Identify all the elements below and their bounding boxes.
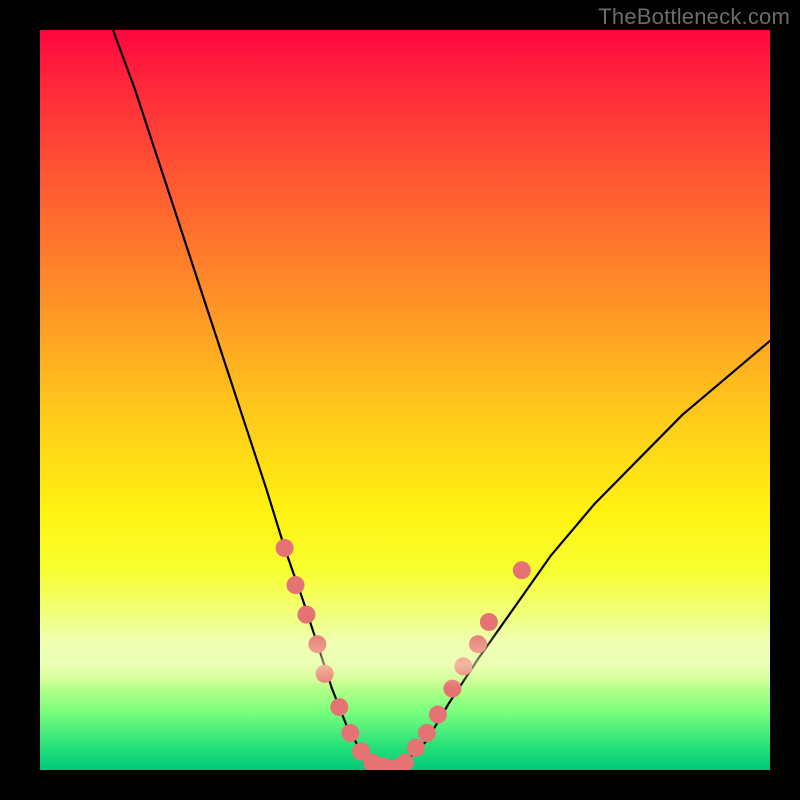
highlight-dots xyxy=(276,539,531,770)
highlight-dot xyxy=(443,680,461,698)
highlight-dot xyxy=(454,657,472,675)
highlight-dot xyxy=(308,635,326,653)
highlight-dot xyxy=(469,635,487,653)
highlight-dot xyxy=(407,739,425,757)
highlight-dot xyxy=(316,665,334,683)
highlight-dot xyxy=(418,724,436,742)
highlight-dot xyxy=(341,724,359,742)
highlight-dot xyxy=(513,561,531,579)
highlight-dot xyxy=(480,613,498,631)
highlight-dot xyxy=(287,576,305,594)
highlight-dot xyxy=(297,606,315,624)
highlight-dot xyxy=(429,706,447,724)
bottleneck-curve xyxy=(113,30,770,770)
curve-svg xyxy=(40,30,770,770)
watermark-text: TheBottleneck.com xyxy=(598,4,790,30)
plot-area xyxy=(40,30,770,770)
highlight-dot xyxy=(276,539,294,557)
highlight-dot xyxy=(330,698,348,716)
chart-container: TheBottleneck.com xyxy=(0,0,800,800)
